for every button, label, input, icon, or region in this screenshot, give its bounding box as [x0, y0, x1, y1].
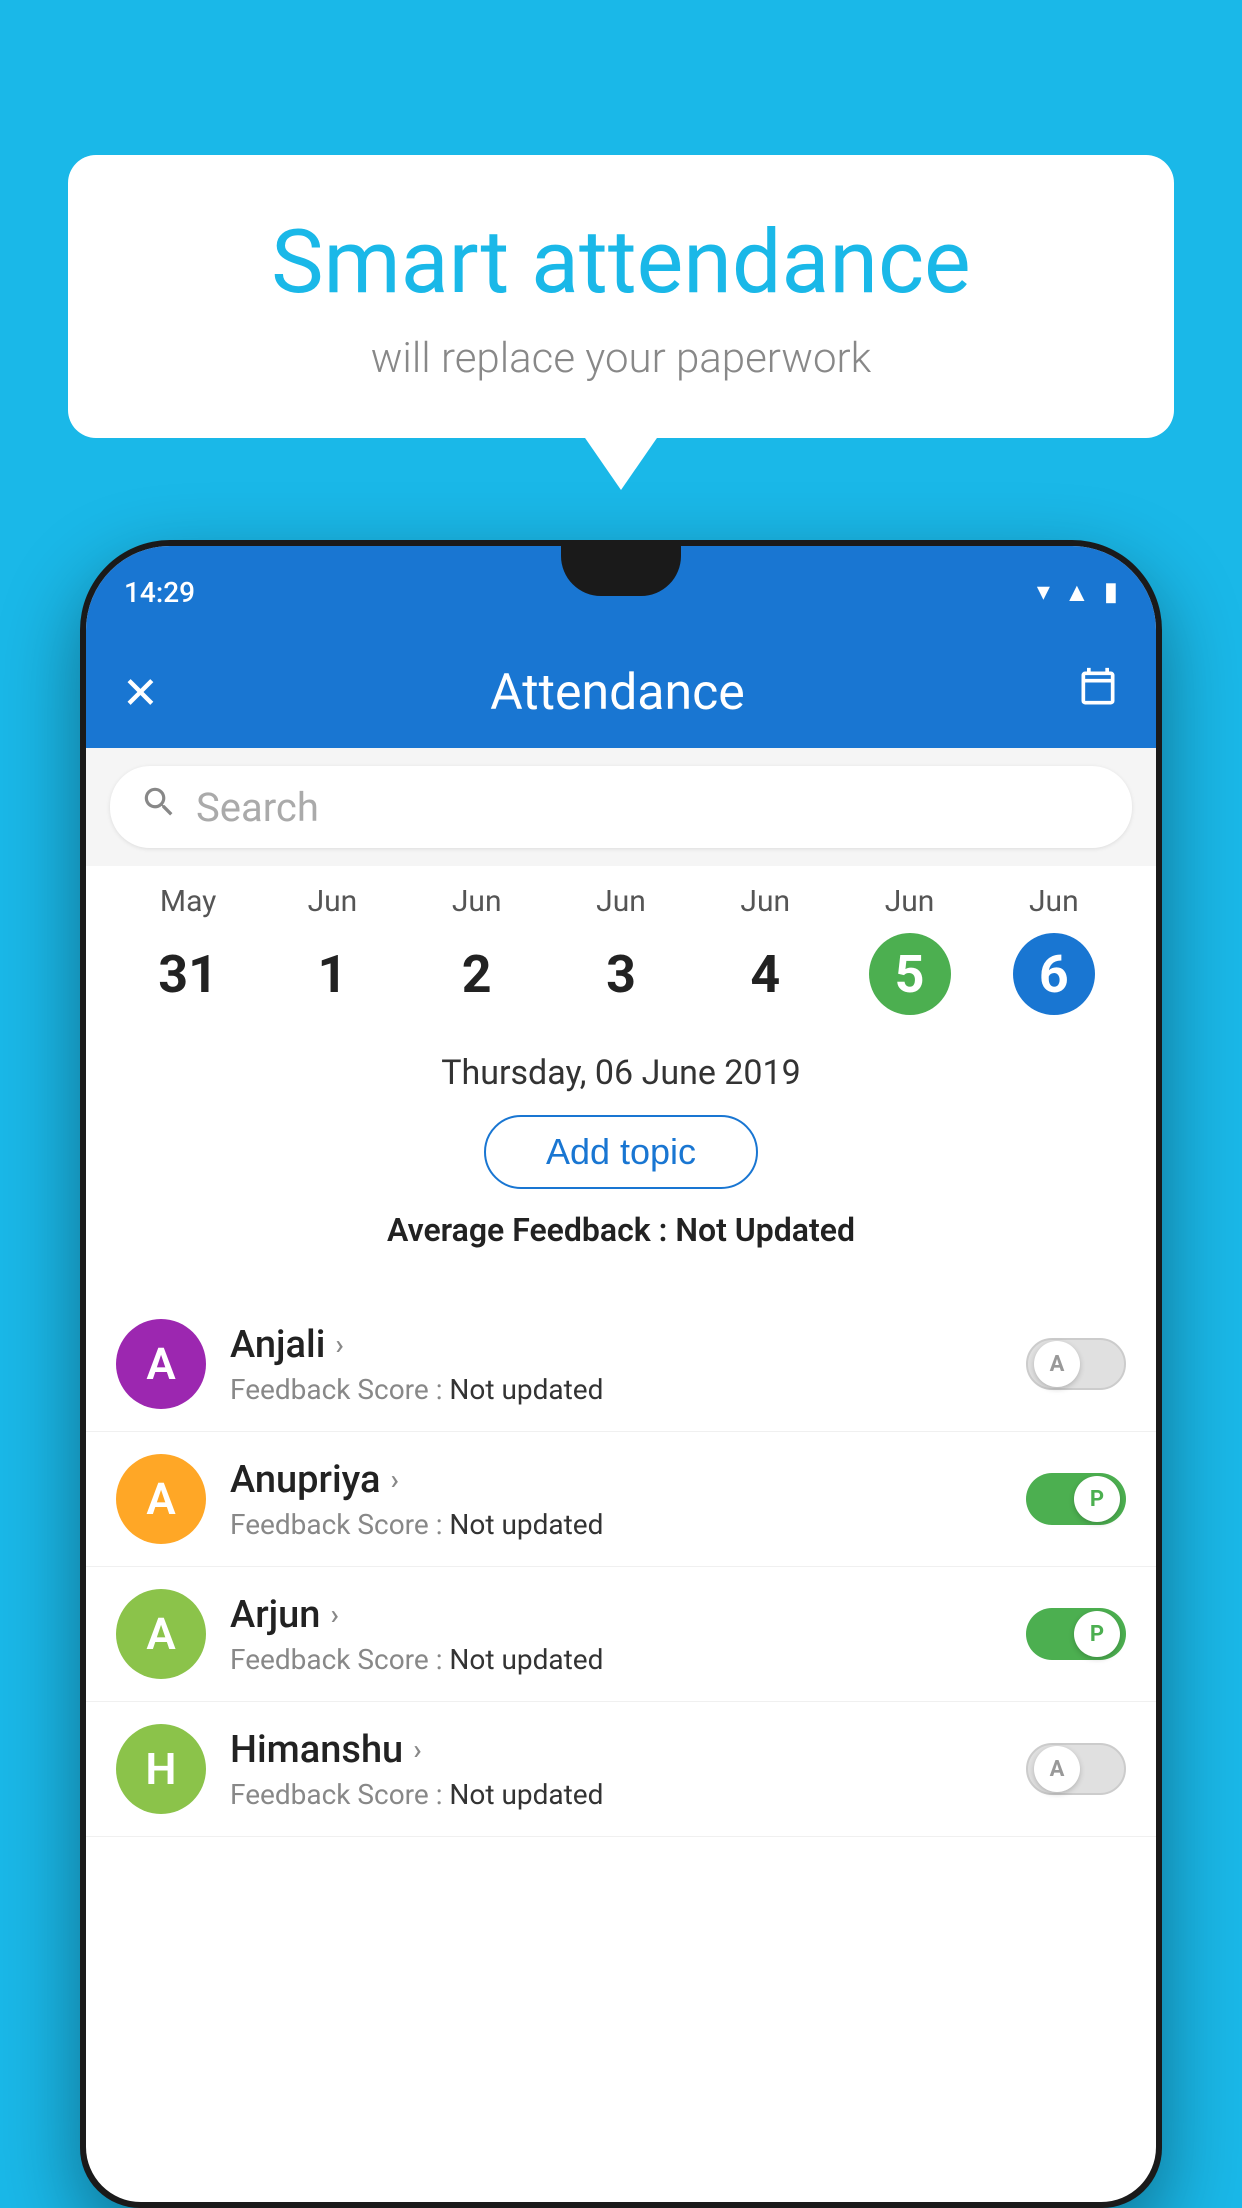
cal-date: 1 — [291, 933, 373, 1015]
cal-date: 6 — [1013, 933, 1095, 1015]
cal-date: 3 — [580, 933, 662, 1015]
student-info-0: Anjali › Feedback Score : Not updated — [230, 1323, 1002, 1406]
cal-date: 2 — [436, 933, 518, 1015]
bubble-title: Smart attendance — [118, 215, 1124, 312]
student-name-3: Himanshu › — [230, 1728, 1002, 1772]
student-feedback-2: Feedback Score : Not updated — [230, 1643, 1002, 1676]
attendance-toggle-0[interactable]: A — [1026, 1338, 1126, 1390]
cal-date: 31 — [147, 933, 229, 1015]
chevron-icon: › — [335, 1328, 343, 1361]
student-avatar-2: A — [116, 1589, 206, 1679]
student-item-3[interactable]: H Himanshu › Feedback Score : Not update… — [86, 1702, 1156, 1837]
avg-feedback-label: Average Feedback : — [387, 1211, 675, 1249]
calendar-day-1[interactable]: Jun 1 — [260, 884, 404, 1015]
battery-icon: ▮ — [1104, 577, 1118, 607]
calendar-day-5[interactable]: Jun 5 — [837, 884, 981, 1015]
calendar-day-4[interactable]: Jun 4 — [693, 884, 837, 1015]
student-feedback-0: Feedback Score : Not updated — [230, 1373, 1002, 1406]
student-name-2: Arjun › — [230, 1593, 1002, 1637]
calendar-day-6[interactable]: Jun 6 — [982, 884, 1126, 1015]
phone-mockup: 14:29 ▾ ▲ ▮ ✕ Attendance — [80, 540, 1162, 2208]
cal-month: Jun — [596, 884, 646, 919]
chevron-icon: › — [413, 1733, 421, 1766]
cal-month: Jun — [452, 884, 502, 919]
cal-date: 4 — [724, 933, 806, 1015]
chevron-icon: › — [390, 1463, 398, 1496]
student-feedback-1: Feedback Score : Not updated — [230, 1508, 1002, 1541]
bubble-subtitle: will replace your paperwork — [118, 334, 1124, 383]
calendar-icon[interactable] — [1076, 666, 1120, 721]
phone-screen: 14:29 ▾ ▲ ▮ ✕ Attendance — [86, 546, 1156, 2202]
search-bar[interactable]: Search — [110, 766, 1132, 848]
avg-feedback: Average Feedback : Not Updated — [116, 1211, 1126, 1249]
attendance-toggle-container-3: A — [1026, 1743, 1126, 1795]
selected-date-label: Thursday, 06 June 2019 — [116, 1053, 1126, 1093]
calendar-day-3[interactable]: Jun 3 — [549, 884, 693, 1015]
cal-month: May — [160, 884, 216, 919]
calendar-day-0[interactable]: May 31 — [116, 884, 260, 1015]
search-placeholder: Search — [196, 784, 319, 831]
add-topic-button[interactable]: Add topic — [484, 1115, 758, 1189]
chevron-icon: › — [330, 1598, 338, 1631]
toggle-knob-2: P — [1074, 1611, 1120, 1657]
app-bar: ✕ Attendance — [86, 638, 1156, 748]
cal-date: 5 — [869, 933, 951, 1015]
signal-icon: ▲ — [1064, 577, 1090, 608]
status-time: 14:29 — [124, 576, 195, 609]
calendar-day-2[interactable]: Jun 2 — [405, 884, 549, 1015]
attendance-toggle-3[interactable]: A — [1026, 1743, 1126, 1795]
cal-month: Jun — [308, 884, 358, 919]
student-name-1: Anupriya › — [230, 1458, 1002, 1502]
cal-month: Jun — [1029, 884, 1079, 919]
student-info-3: Himanshu › Feedback Score : Not updated — [230, 1728, 1002, 1811]
student-avatar-0: A — [116, 1319, 206, 1409]
search-bar-container: Search — [86, 748, 1156, 866]
attendance-toggle-1[interactable]: P — [1026, 1473, 1126, 1525]
toggle-knob-3: A — [1034, 1746, 1080, 1792]
attendance-toggle-container-1: P — [1026, 1473, 1126, 1525]
student-avatar-1: A — [116, 1454, 206, 1544]
speech-bubble: Smart attendance will replace your paper… — [68, 155, 1174, 438]
student-item-2[interactable]: A Arjun › Feedback Score : Not updated P — [86, 1567, 1156, 1702]
attendance-toggle-2[interactable]: P — [1026, 1608, 1126, 1660]
cal-month: Jun — [885, 884, 935, 919]
student-info-1: Anupriya › Feedback Score : Not updated — [230, 1458, 1002, 1541]
student-list: A Anjali › Feedback Score : Not updated … — [86, 1297, 1156, 1837]
cal-month: Jun — [740, 884, 790, 919]
notch — [561, 546, 681, 596]
speech-bubble-container: Smart attendance will replace your paper… — [68, 155, 1174, 438]
calendar-strip: May 31 Jun 1 Jun 2 Jun 3 Jun 4 Jun 5 Jun… — [86, 866, 1156, 1025]
student-item-1[interactable]: A Anupriya › Feedback Score : Not update… — [86, 1432, 1156, 1567]
wifi-icon: ▾ — [1037, 577, 1050, 607]
avg-feedback-value: Not Updated — [675, 1211, 855, 1249]
calendar-dates: May 31 Jun 1 Jun 2 Jun 3 Jun 4 Jun 5 Jun… — [86, 884, 1156, 1015]
search-icon — [140, 783, 178, 831]
student-feedback-3: Feedback Score : Not updated — [230, 1778, 1002, 1811]
toggle-knob-0: A — [1034, 1341, 1080, 1387]
app-bar-title: Attendance — [490, 664, 745, 722]
status-icons: ▾ ▲ ▮ — [1037, 577, 1118, 608]
attendance-toggle-container-0: A — [1026, 1338, 1126, 1390]
student-item-0[interactable]: A Anjali › Feedback Score : Not updated … — [86, 1297, 1156, 1432]
student-info-2: Arjun › Feedback Score : Not updated — [230, 1593, 1002, 1676]
toggle-knob-1: P — [1074, 1476, 1120, 1522]
content-area: Thursday, 06 June 2019 Add topic Average… — [86, 1025, 1156, 1297]
status-bar: 14:29 ▾ ▲ ▮ — [86, 546, 1156, 638]
student-name-0: Anjali › — [230, 1323, 1002, 1367]
close-icon[interactable]: ✕ — [122, 667, 159, 719]
attendance-toggle-container-2: P — [1026, 1608, 1126, 1660]
student-avatar-3: H — [116, 1724, 206, 1814]
